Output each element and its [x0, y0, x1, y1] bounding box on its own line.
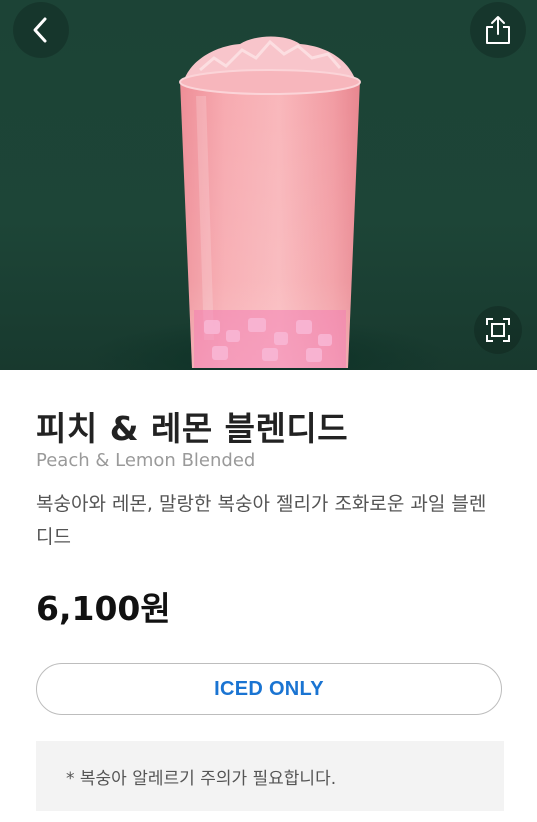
product-english-name: Peach & Lemon Blended	[36, 450, 256, 471]
back-button[interactable]	[13, 2, 69, 58]
peach-lemon-blended-image	[179, 36, 361, 368]
expand-image-button[interactable]	[474, 306, 522, 354]
product-title: 피치 & 레몬 블렌디드	[36, 409, 349, 448]
product-price: 6,100원	[36, 589, 171, 628]
share-icon	[486, 16, 510, 44]
product-hero-image	[0, 0, 537, 370]
share-button[interactable]	[470, 2, 526, 58]
allergy-notice: * 복숭아 알레르기 주의가 필요합니다.	[36, 741, 504, 811]
product-description: 복숭아와 레몬, 말랑한 복숭아 젤리가 조화로운 과일 블렌디드	[36, 493, 487, 548]
expand-frame-icon	[486, 318, 510, 342]
iced-only-button[interactable]: ICED ONLY	[36, 663, 502, 715]
chevron-left-icon	[33, 17, 47, 43]
allergy-notice-text: * 복숭아 알레르기 주의가 필요합니다.	[66, 768, 337, 789]
